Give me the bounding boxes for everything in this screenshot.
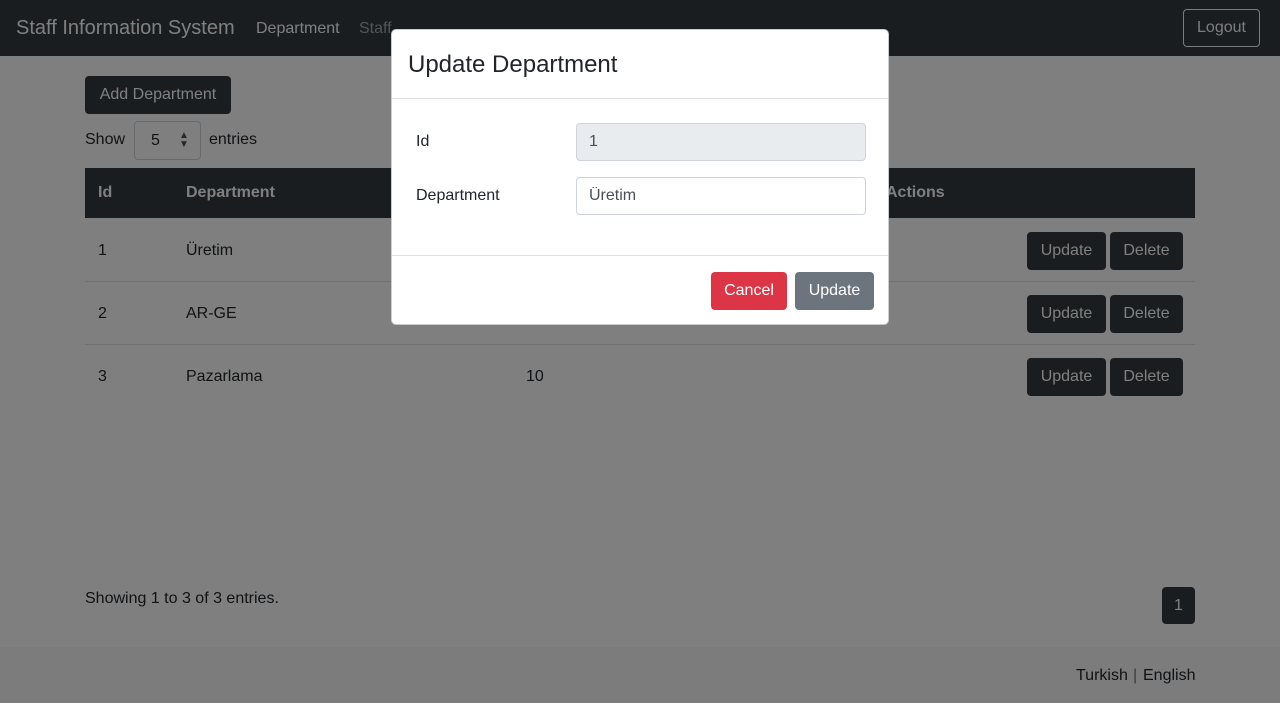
update-department-modal: Update Department Id Department Cancel U… <box>391 29 889 325</box>
modal-footer-divider <box>392 255 888 256</box>
department-field[interactable] <box>576 177 866 215</box>
department-label: Department <box>416 187 500 204</box>
update-button[interactable]: Update <box>795 272 874 310</box>
cancel-button[interactable]: Cancel <box>711 272 787 310</box>
modal-header-divider <box>392 98 888 99</box>
id-field[interactable] <box>576 123 866 161</box>
id-label: Id <box>416 133 430 150</box>
modal-title: Update Department <box>408 51 618 78</box>
